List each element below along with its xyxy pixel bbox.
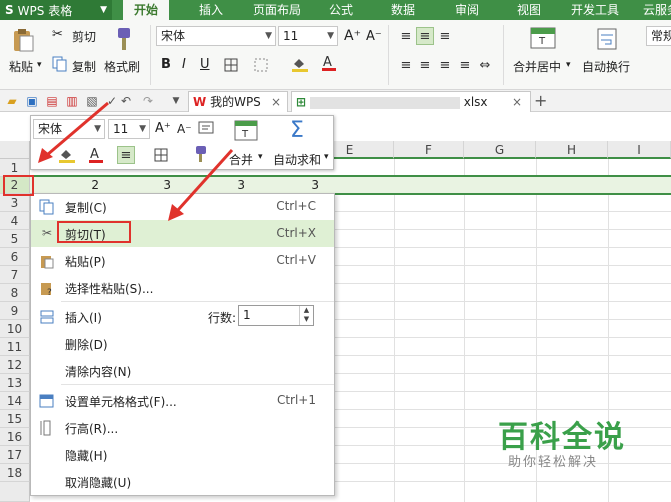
watermark-title: 百科全说 [498, 420, 626, 455]
watermark-subtitle: 助你轻松解决 [508, 455, 599, 470]
